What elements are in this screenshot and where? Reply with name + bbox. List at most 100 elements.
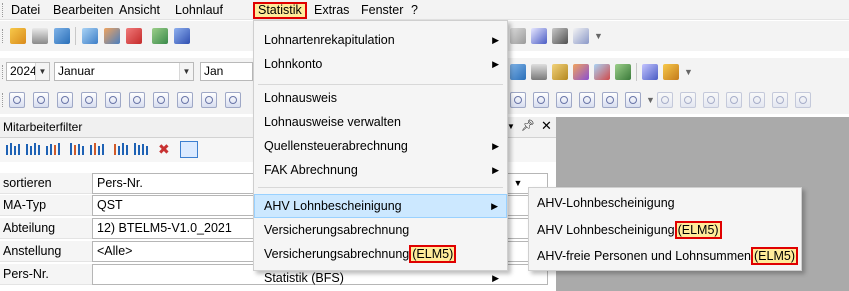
day-28-icon[interactable] — [726, 92, 742, 108]
day-20-icon[interactable] — [533, 92, 549, 108]
menu-bearbeiten[interactable]: Bearbeiten — [50, 2, 116, 19]
filter-label-matyp: MA-Typ — [0, 195, 92, 216]
submenu-arrow-icon: ▶ — [492, 165, 499, 175]
month-to-select[interactable]: Jan — [200, 62, 253, 81]
menu-item-lohnausweise-verwalten[interactable]: Lohnausweise verwalten — [254, 110, 507, 134]
menu-item-statistik-bfs[interactable]: Statistik (BFS) ▶ — [254, 266, 507, 290]
open-folder-icon[interactable] — [10, 28, 26, 44]
menu-item-label: Statistik (BFS) — [264, 271, 344, 285]
menu-separator — [258, 187, 503, 188]
menu-extras[interactable]: Extras — [311, 2, 352, 19]
submenu-item-ahv-freie-personen[interactable]: AHV-freie Personen und Lohnsummen (ELM5) — [529, 243, 801, 270]
transfer-icon[interactable] — [594, 64, 610, 80]
day-3-icon[interactable] — [57, 92, 73, 108]
menu-fenster[interactable]: Fenster — [358, 2, 406, 19]
day-5-icon[interactable] — [105, 92, 121, 108]
day-25-icon[interactable] — [657, 92, 673, 108]
database-icon[interactable] — [510, 64, 526, 80]
menu-item-versicherungsabrechnung-elm5[interactable]: Versicherungsabrechnung (ELM5) — [254, 242, 507, 266]
binoculars-icon[interactable] — [552, 28, 568, 44]
document-icon[interactable] — [510, 28, 526, 44]
filter-icon[interactable] — [573, 28, 589, 44]
calculator-icon[interactable] — [152, 28, 168, 44]
elm5-highlight-tag: (ELM5) — [751, 247, 798, 265]
submenu-item-ahv-lohnbescheinigung-elm5[interactable]: AHV Lohnbescheinigung (ELM5) — [529, 217, 801, 244]
import-icon[interactable] — [642, 64, 658, 80]
panel-menu-chevron-icon[interactable]: ▼ — [507, 122, 515, 131]
day-1-icon[interactable] — [9, 92, 25, 108]
toolbar-overflow-icon[interactable]: ▼ — [646, 95, 655, 105]
menubar-grip[interactable] — [2, 3, 5, 17]
filter-bars-icon[interactable] — [26, 143, 41, 156]
filter-bars-icon[interactable] — [6, 143, 21, 156]
month-value: Januar — [58, 64, 95, 78]
menu-item-ahv-lohnbescheinigung[interactable]: AHV Lohnbescheinigung ▶ — [254, 194, 507, 218]
day-6-icon[interactable] — [129, 92, 145, 108]
toolbar-overflow-icon[interactable]: ▼ — [594, 31, 603, 41]
menu-item-label: Lohnausweise verwalten — [264, 115, 401, 129]
submenu-item-ahv-lohnbescheinigung[interactable]: AHV-Lohnbescheinigung — [529, 190, 801, 217]
menu-item-fak-abrechnung[interactable]: FAK Abrechnung ▶ — [254, 158, 507, 182]
window-icon[interactable] — [54, 28, 70, 44]
close-icon[interactable]: ✕ — [541, 118, 552, 134]
menu-item-lohnkonto[interactable]: Lohnkonto ▶ — [254, 52, 507, 76]
print-icon[interactable] — [32, 28, 48, 44]
chevron-down-icon[interactable]: ▼ — [508, 175, 528, 192]
toolbar-grip[interactable] — [2, 29, 5, 43]
menu-item-lohnausweis[interactable]: Lohnausweis — [254, 86, 507, 110]
day-24-icon[interactable] — [625, 92, 641, 108]
day-19-icon[interactable] — [510, 92, 526, 108]
filter-bars-icon[interactable] — [70, 143, 85, 156]
month-select[interactable]: Januar ▼ — [54, 62, 194, 81]
people-icon[interactable] — [573, 64, 589, 80]
menu-item-lohnartenrekapitulation[interactable]: Lohnartenrekapitulation ▶ — [254, 28, 507, 52]
filter-bars-icon[interactable] — [114, 143, 129, 156]
export-icon[interactable] — [663, 64, 679, 80]
filter-bars-icon[interactable] — [46, 143, 61, 156]
pin-icon[interactable]: 📌︎ — [521, 119, 535, 132]
day-27-icon[interactable] — [703, 92, 719, 108]
chart-icon[interactable] — [552, 64, 568, 80]
month-to-value: Jan — [204, 64, 224, 78]
clear-filter-icon[interactable]: ✖ — [158, 141, 176, 158]
submenu-arrow-icon: ▶ — [492, 273, 499, 283]
filter-label-sort: sortieren — [0, 173, 92, 194]
filter-bars-icon[interactable] — [90, 143, 105, 156]
day-23-icon[interactable] — [602, 92, 618, 108]
toolbar-grip[interactable] — [2, 93, 5, 107]
printer-icon[interactable] — [531, 64, 547, 80]
day-22-icon[interactable] — [579, 92, 595, 108]
sort-icon[interactable] — [531, 28, 547, 44]
filter-bars-icon[interactable] — [134, 143, 149, 156]
employee-icon[interactable] — [82, 28, 98, 44]
menu-help[interactable]: ? — [408, 2, 421, 19]
sort-value: Pers-Nr. — [97, 176, 143, 190]
day-8-icon[interactable] — [177, 92, 193, 108]
calendar-icon[interactable] — [126, 28, 142, 44]
year-select[interactable]: 2024 ▼ — [6, 62, 50, 81]
menu-item-versicherungsabrechnung[interactable]: Versicherungsabrechnung — [254, 218, 507, 242]
day-29-icon[interactable] — [749, 92, 765, 108]
badge-icon[interactable] — [174, 28, 190, 44]
day-2-icon[interactable] — [33, 92, 49, 108]
day-10-icon[interactable] — [225, 92, 241, 108]
menu-ansicht[interactable]: Ansicht — [116, 2, 163, 19]
day-31-icon[interactable] — [795, 92, 811, 108]
day-7-icon[interactable] — [153, 92, 169, 108]
menu-statistik[interactable]: Statistik — [253, 2, 307, 19]
menu-item-label: Lohnausweis — [264, 91, 337, 105]
menu-item-quellensteuerabrechnung[interactable]: Quellensteuerabrechnung ▶ — [254, 134, 507, 158]
day-21-icon[interactable] — [556, 92, 572, 108]
menu-item-label: Versicherungsabrechnung — [264, 247, 410, 261]
toolbar-grip[interactable] — [2, 65, 5, 79]
day-9-icon[interactable] — [201, 92, 217, 108]
day-4-icon[interactable] — [81, 92, 97, 108]
menu-datei[interactable]: Datei — [8, 2, 43, 19]
day-26-icon[interactable] — [680, 92, 696, 108]
toolbar-overflow-icon[interactable]: ▼ — [684, 67, 693, 77]
network-icon[interactable] — [615, 64, 631, 80]
menu-lohnlauf[interactable]: Lohnlauf — [172, 2, 226, 19]
users-icon[interactable] — [104, 28, 120, 44]
day-30-icon[interactable] — [772, 92, 788, 108]
select-filter-icon[interactable] — [180, 141, 198, 158]
